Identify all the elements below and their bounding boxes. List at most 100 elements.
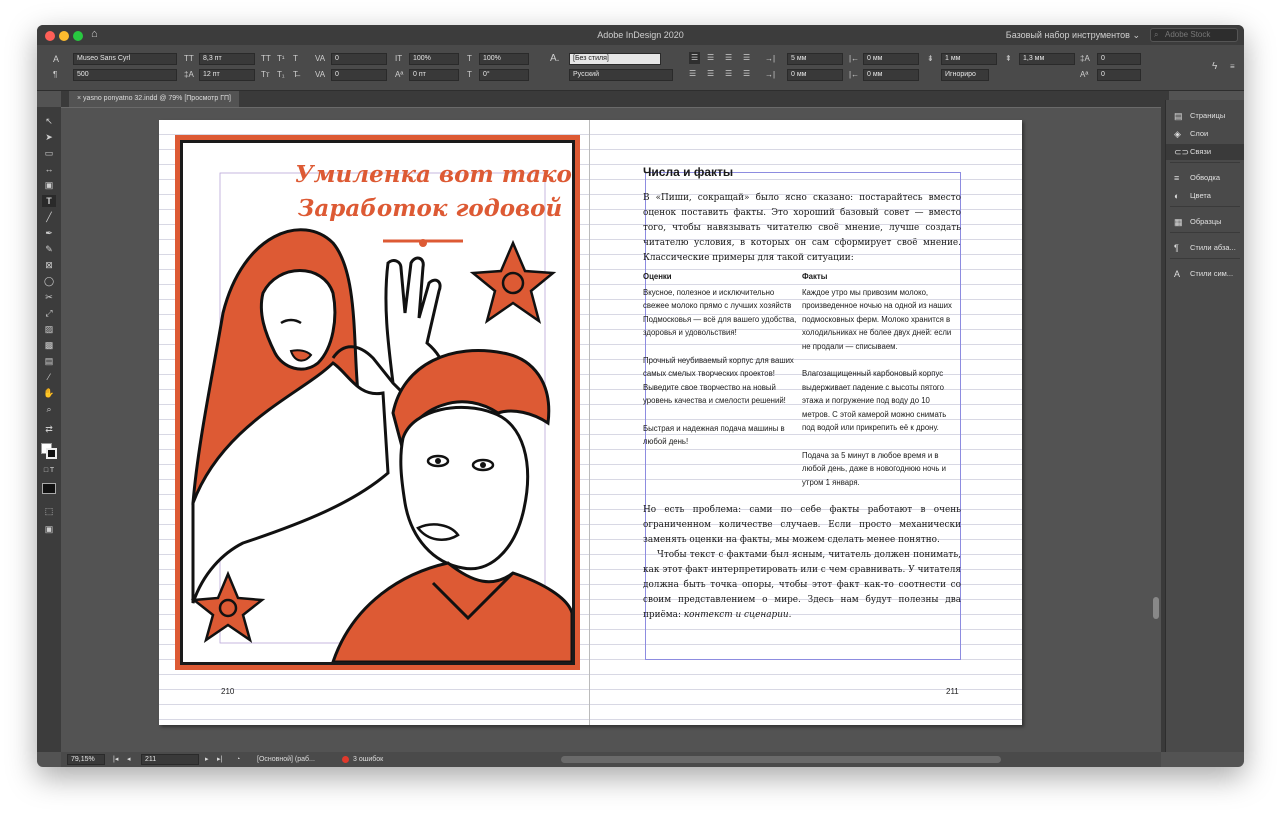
horizontal-scrollbar-thumb[interactable] [561, 756, 1001, 763]
previous-page-icon[interactable]: ◂ [127, 752, 131, 767]
note-tool-icon[interactable]: ▤ [42, 355, 56, 367]
zoom-tool-icon[interactable]: ⌕ [42, 403, 56, 415]
all-caps-icon[interactable]: TT [261, 53, 271, 65]
align-to-grid-select[interactable]: Игнориро [941, 69, 989, 81]
pen-tool-icon[interactable]: ✒ [42, 227, 56, 239]
eyedropper-tool-icon[interactable]: ⁄ [42, 371, 56, 383]
small-caps-icon[interactable]: Tт [261, 69, 270, 81]
paragraph-mode-icon[interactable]: ¶ [53, 69, 57, 81]
swap-colors-icon[interactable]: ⇄ [42, 423, 56, 435]
pencil-tool-icon[interactable]: ✎ [42, 243, 56, 255]
superscript-icon[interactable]: T¹ [277, 53, 285, 65]
title-bar: ⌂ Adobe InDesign 2020 Базовый набор инст… [37, 25, 1244, 45]
last-page-icon[interactable]: ▸| [217, 752, 222, 767]
content-collector-icon[interactable]: ▣ [42, 179, 56, 191]
gradient-swatch-tool-icon[interactable]: ▨ [42, 323, 56, 335]
direct-selection-tool-icon[interactable]: ➤ [42, 131, 56, 143]
rectangle-frame-tool-icon[interactable]: ⊠ [42, 259, 56, 271]
kerning-icon: VA [315, 54, 326, 63]
gradient-feather-tool-icon[interactable]: ▩ [42, 339, 56, 351]
apply-color-icon[interactable] [42, 483, 56, 494]
align-right-icon[interactable]: ☰ [725, 52, 732, 64]
character-mode-icon[interactable]: A [53, 53, 59, 65]
type-tool-icon[interactable]: T [42, 195, 56, 207]
character-style-select[interactable]: [Без стиля] [569, 53, 661, 65]
next-page-icon[interactable]: ▸ [205, 752, 209, 767]
page-number-field[interactable]: 211 [141, 754, 199, 765]
adobe-stock-search[interactable]: ⌕ Adobe Stock [1150, 28, 1238, 42]
vertical-scale-icon: IT [395, 54, 403, 63]
fact-cell: Подача за 5 минут в любое время и в любо… [802, 450, 946, 487]
stroke-swatch[interactable] [46, 448, 57, 459]
gap-tool-icon[interactable]: ↔ [42, 163, 56, 175]
zoom-field[interactable]: 79,15% [67, 754, 105, 765]
font-style-select[interactable]: 500 [73, 69, 177, 81]
control-panel: A ¶ Museo Sans Cyrl 500 TT 8,3 пт ‡A 12 … [37, 45, 1244, 91]
panel-paragraph-styles[interactable]: ¶ Стили абза... [1166, 240, 1244, 256]
baseline-shift-field[interactable]: 0 пт [409, 69, 459, 81]
leading-field[interactable]: 12 пт [199, 69, 255, 81]
solution-paragraph: Чтобы текст с фактами был ясным, читател… [643, 548, 961, 623]
space-after-field[interactable]: 1,3 мм [1019, 53, 1075, 65]
preview-mode-icon[interactable]: ▣ [42, 523, 56, 535]
vertical-scale-field[interactable]: 100% [409, 53, 459, 65]
panel-swatches[interactable]: ◐ Цвета [1166, 188, 1244, 204]
underline-icon[interactable]: T [293, 53, 298, 65]
language-select[interactable]: Русский [569, 69, 673, 81]
dropcap-chars-value: 0 [1101, 71, 1105, 78]
panel-menu-icon[interactable]: ≡ [1230, 61, 1235, 73]
horizontal-scale-field[interactable]: 100% [479, 53, 529, 65]
last-line-indent-field[interactable]: 0 мм [863, 69, 919, 81]
formatting-container-icon[interactable]: □ T [42, 465, 56, 477]
scissors-tool-icon[interactable]: ✂ [42, 291, 56, 303]
first-line-indent-field[interactable]: 0 мм [787, 69, 843, 81]
dropcap-chars-field[interactable]: 0 [1097, 69, 1141, 81]
space-before-field[interactable]: 1 мм [941, 53, 997, 65]
skew-field[interactable]: 0° [479, 69, 529, 81]
kerning-field[interactable]: 0 [331, 53, 387, 65]
subscript-icon[interactable]: T₁ [277, 69, 285, 81]
workspace-label: Базовый набор инструментов [1005, 30, 1130, 40]
document-tab[interactable]: × yasno ponyatno 32.indd @ 79% [Просмотр… [69, 91, 239, 107]
font-family-select[interactable]: Museo Sans Cyrl [73, 53, 177, 65]
align-spine-icon[interactable]: ☰ [743, 68, 750, 80]
vertical-scrollbar-thumb[interactable] [1153, 597, 1159, 619]
right-indent-field[interactable]: 0 мм [863, 53, 919, 65]
lightning-icon[interactable]: ϟ [1212, 61, 1217, 73]
hand-tool-icon[interactable]: ✋ [42, 387, 56, 399]
document-canvas[interactable]: Умиленка вот такой Заработок годовой 210… [61, 107, 1161, 752]
selection-tool-icon[interactable]: ↖ [42, 115, 56, 127]
facts-table[interactable]: Оценки Вкусное, полезное и исключительно… [643, 270, 961, 503]
screen-mode-icon[interactable]: ⬚ [42, 505, 56, 517]
panel-stroke[interactable]: ≡ Обводка [1166, 170, 1244, 186]
workspace-switcher[interactable]: Базовый набор инструментов ⌄ [1006, 30, 1140, 41]
left-indent-field[interactable]: 5 мм [787, 53, 843, 65]
align-left-icon[interactable]: ☰ [689, 52, 701, 64]
free-transform-tool-icon[interactable]: ⤢ [42, 307, 56, 319]
line-tool-icon[interactable]: ╱ [42, 211, 56, 223]
strikethrough-icon[interactable]: T̶ [293, 69, 298, 81]
poster-illustration[interactable]: Умиленка вот такой Заработок годовой [175, 135, 580, 670]
error-count[interactable]: 3 ошибок [353, 752, 383, 767]
page-spread[interactable]: Умиленка вот такой Заработок годовой 210… [159, 120, 1022, 725]
page-tool-icon[interactable]: ▭ [42, 147, 56, 159]
panel-samples[interactable]: ▦ Образцы [1166, 214, 1244, 230]
dropcap-lines-field[interactable]: 0 [1097, 53, 1141, 65]
justify-center-icon[interactable]: ☰ [707, 68, 714, 80]
justify-right-icon[interactable]: ☰ [725, 68, 732, 80]
first-page-icon[interactable]: |◂ [113, 752, 118, 767]
justify-all-icon[interactable]: ☰ [689, 68, 696, 80]
preflight-icon[interactable]: ◔ [236, 752, 240, 767]
text-frame[interactable]: Числа и факты В «Пиши, сокращай» было яс… [643, 165, 961, 623]
justify-left-icon[interactable]: ☰ [743, 52, 750, 64]
panel-pages[interactable]: ▤ Страницы [1166, 108, 1244, 124]
font-size-field[interactable]: 8,3 пт [199, 53, 255, 65]
tracking-field[interactable]: 0 [331, 69, 387, 81]
panel-links[interactable]: ⊂⊃ Связи [1166, 144, 1244, 160]
problem-paragraph: Но есть проблема: сами по себе факты раб… [643, 505, 961, 545]
align-center-icon[interactable]: ☰ [707, 52, 714, 64]
ellipse-tool-icon[interactable]: ◯ [42, 275, 56, 287]
panel-character-styles[interactable]: A Стили сим... [1166, 266, 1244, 282]
preflight-profile[interactable]: [Основной] (раб... [257, 752, 315, 767]
panel-layers[interactable]: ◈ Слои [1166, 126, 1244, 142]
